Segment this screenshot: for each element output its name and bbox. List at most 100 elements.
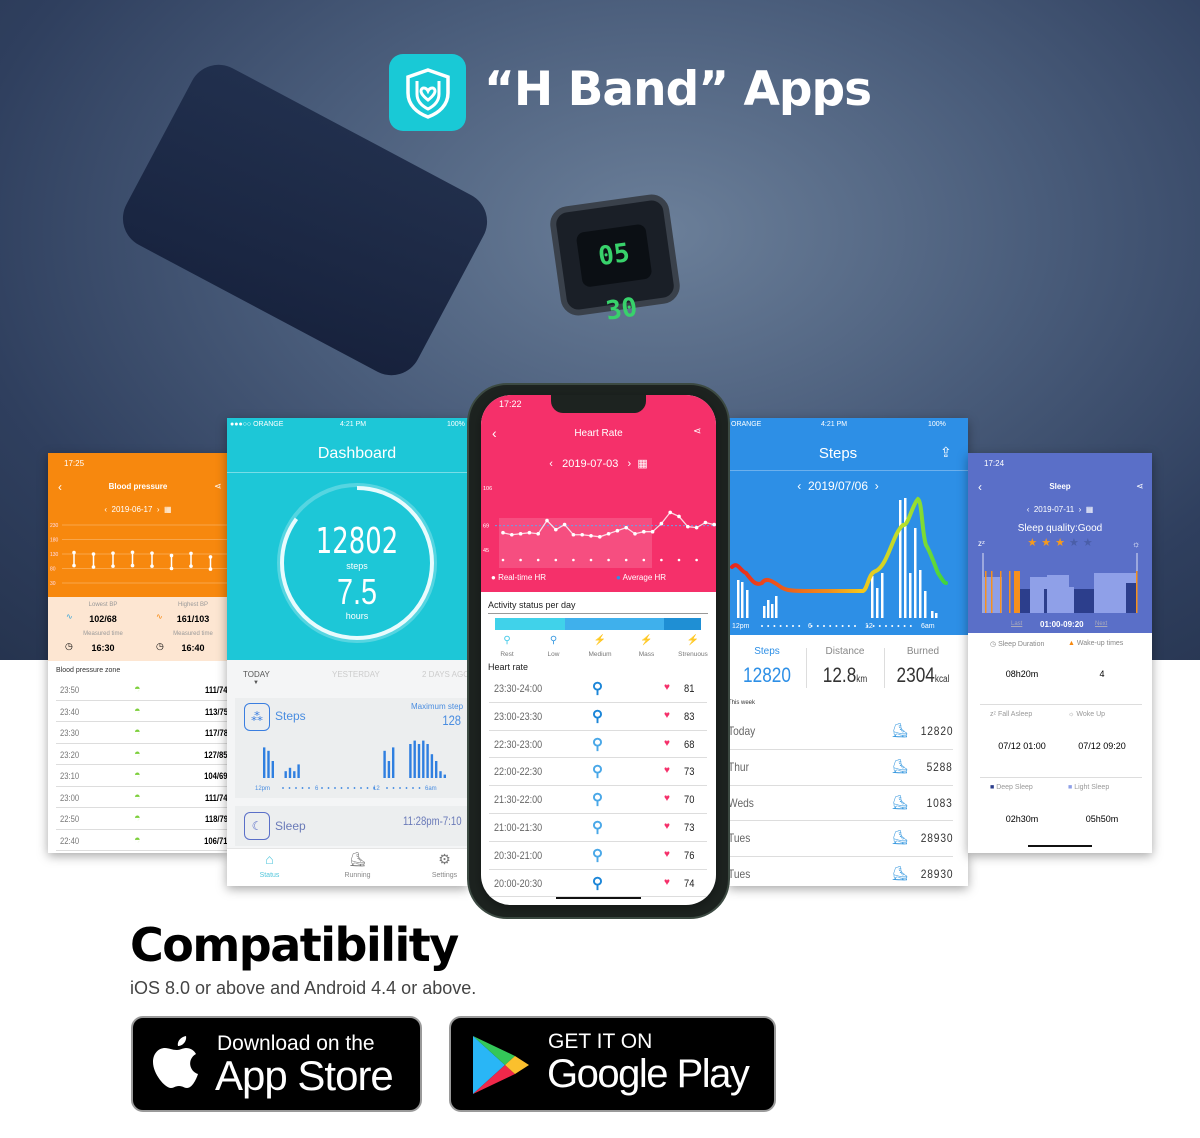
hr-point <box>554 527 558 532</box>
x-tick: 12pm <box>255 786 270 792</box>
awake-segment <box>1014 571 1020 613</box>
stat-label: Steps <box>754 646 780 657</box>
sleep-quality: Sleep quality:Good <box>1017 523 1103 534</box>
share-icon[interactable]: ⋖ <box>1136 481 1144 492</box>
gauge-icon: ◓ <box>134 747 141 760</box>
bp-row[interactable]: 23:20 ◓ 127/85 <box>56 744 228 765</box>
app-store-button[interactable]: Download on the App Store <box>131 1016 422 1112</box>
step-bar <box>426 744 429 778</box>
axis-dot <box>642 558 646 562</box>
step-bar <box>263 747 266 778</box>
gauge-icon: ◓ <box>134 812 141 824</box>
heart-icon: ♥ <box>664 876 670 888</box>
nav-running[interactable]: Running <box>335 872 380 879</box>
steps-header-panel: ORANGE 4:21 PM 100% Steps ⇪ ‹ 2019/07/06… <box>728 418 968 635</box>
awake-segment <box>1136 571 1138 613</box>
date-selector[interactable]: ‹ 2019-07-11 › ▦ <box>968 505 1152 514</box>
week-row[interactable]: Tues ⛸ 28930 <box>728 857 953 886</box>
date-selector[interactable]: ‹ 2019-06-17 › ▦ <box>48 505 228 514</box>
hr-point <box>686 524 690 529</box>
bp-row[interactable]: 23:00 ◓ 111/74 <box>56 787 228 808</box>
legend-realtime: ● Real-time HR <box>491 573 547 582</box>
bp-point <box>189 564 193 568</box>
home-icon[interactable]: ⌂ <box>247 851 292 867</box>
bp-point <box>189 551 193 556</box>
bp-row[interactable]: 23:30 ◓ 117/78 <box>56 722 228 744</box>
gear-icon[interactable]: ⚙ <box>422 851 467 868</box>
row-value: 104/69 <box>204 771 228 781</box>
next-link[interactable]: Next <box>1095 621 1107 627</box>
shoe-icon[interactable]: ⛸ <box>335 851 380 868</box>
bp-row[interactable]: 23:40 ◓ 113/75 <box>56 701 228 722</box>
week-row[interactable]: Weds ⛸ 1083 <box>728 786 953 822</box>
heart-icon: ♥ <box>664 793 670 805</box>
heart-rate-value: 83 <box>684 710 695 723</box>
tab-today[interactable]: TODAY <box>243 670 270 679</box>
axis-dot <box>288 787 291 789</box>
step-bar <box>871 576 874 618</box>
week-row[interactable]: Tues ⛸ 28930 <box>728 821 953 858</box>
row-time: 23:10 <box>60 771 80 781</box>
axis-dot <box>885 625 887 627</box>
heart-rate-row[interactable]: 21:30-22:00 ⚲ ♥ 70 <box>489 786 707 814</box>
measured-label: Measured time <box>83 631 123 637</box>
shoe-icon: ⛸ <box>891 865 909 882</box>
steps-unit: steps <box>346 561 368 571</box>
carrier: ORANGE <box>731 421 762 428</box>
fall-asleep-label: zᶻ Fall Asleep <box>990 711 1033 718</box>
heart-rate-row[interactable]: 22:30-23:00 ⚲ ♥ 68 <box>489 731 707 759</box>
row-time: 23:50 <box>60 685 80 695</box>
heart-rate-row[interactable]: 23:30-24:00 ⚲ ♥ 81 <box>489 675 707 703</box>
bp-point <box>208 567 213 571</box>
hr-point <box>562 522 567 527</box>
y-tick: 69 <box>483 524 489 530</box>
bp-point <box>169 566 174 571</box>
heart-rate-row[interactable]: 20:30-21:00 ⚲ ♥ 76 <box>489 842 707 870</box>
sleep-duration-label: ◷ Sleep Duration <box>990 641 1045 648</box>
axis-dot <box>624 558 628 562</box>
heart-rate-row[interactable]: 22:00-22:30 ⚲ ♥ 73 <box>489 758 707 787</box>
bp-row[interactable]: 23:10 ◓ 104/69 <box>56 765 228 787</box>
axis-dot <box>779 625 782 627</box>
share-icon[interactable]: ⋖ <box>693 426 701 437</box>
x-tick: 12 <box>373 786 380 792</box>
sleep-screen: 17:24 ‹ Sleep ⋖ ‹ 2019-07-11 › ▦ Sleep q… <box>968 453 1152 853</box>
nav-status[interactable]: Status <box>247 872 292 879</box>
step-bar <box>435 761 438 778</box>
prev-link[interactable]: Last <box>1011 621 1022 627</box>
axis-dot <box>295 787 297 789</box>
heart-rate-row[interactable]: 20:00-20:30 ⚲ ♥ 74 <box>489 870 707 898</box>
tab-yesterday[interactable]: YESTERDAY <box>332 670 380 679</box>
upload-icon[interactable]: ⇪ <box>940 444 952 461</box>
bp-point <box>91 552 96 556</box>
bp-row[interactable]: 23:50 ◓ 111/74 <box>56 679 228 701</box>
heart-rate-row[interactable]: 21:00-21:30 ⚲ ♥ 73 <box>489 814 707 842</box>
heart-rate-row[interactable]: 23:00-23:30 ⚲ ♥ 83 <box>489 703 707 731</box>
max-step-label: Maximum step <box>411 702 464 711</box>
week-row[interactable]: Today ⛸ 12820 <box>728 714 953 750</box>
zz-icon: zᶻ <box>990 711 998 718</box>
tab-2-days-ago[interactable]: 2 DAYS AGO <box>422 670 468 679</box>
steps-card[interactable]: ⁂ Steps Maximum step 128 12pm 6 12 6am <box>235 698 468 798</box>
date-selector[interactable]: ‹ 2019/07/06 › <box>728 479 948 493</box>
date-selector[interactable]: ‹ 2019-07-03 › ▦ <box>481 457 716 470</box>
step-bar <box>288 767 292 778</box>
axis-dot <box>823 625 825 627</box>
heart-icon: ♥ <box>664 709 670 721</box>
bp-row[interactable]: 22:40 ◓ 106/71 <box>56 830 228 851</box>
week-row[interactable]: Thur ⛸ 5288 <box>728 750 953 786</box>
y-tick: 45 <box>483 548 489 554</box>
star-icon: ★ <box>1027 537 1038 549</box>
hr-point <box>545 518 549 523</box>
google-play-button[interactable]: GET IT ON Google Play <box>449 1016 776 1112</box>
hr-point <box>510 532 514 537</box>
sleep-card[interactable]: ☾ Sleep 11:28pm-7:10 <box>235 806 468 846</box>
footprints-icon: ⁂ <box>244 703 270 731</box>
axis-dot <box>418 787 421 789</box>
bp-row[interactable]: 22:50 ◓ 118/79 <box>56 808 228 830</box>
walking-icon: ⚲ <box>592 819 603 836</box>
nav-settings[interactable]: Settings <box>422 872 467 879</box>
share-icon[interactable]: ⋖ <box>214 481 222 492</box>
screen-title: Sleep <box>1049 482 1071 491</box>
dashboard-header-panel: ●●●○○ ORANGE 4:21 PM 100% Dashboard 1280… <box>227 418 468 660</box>
